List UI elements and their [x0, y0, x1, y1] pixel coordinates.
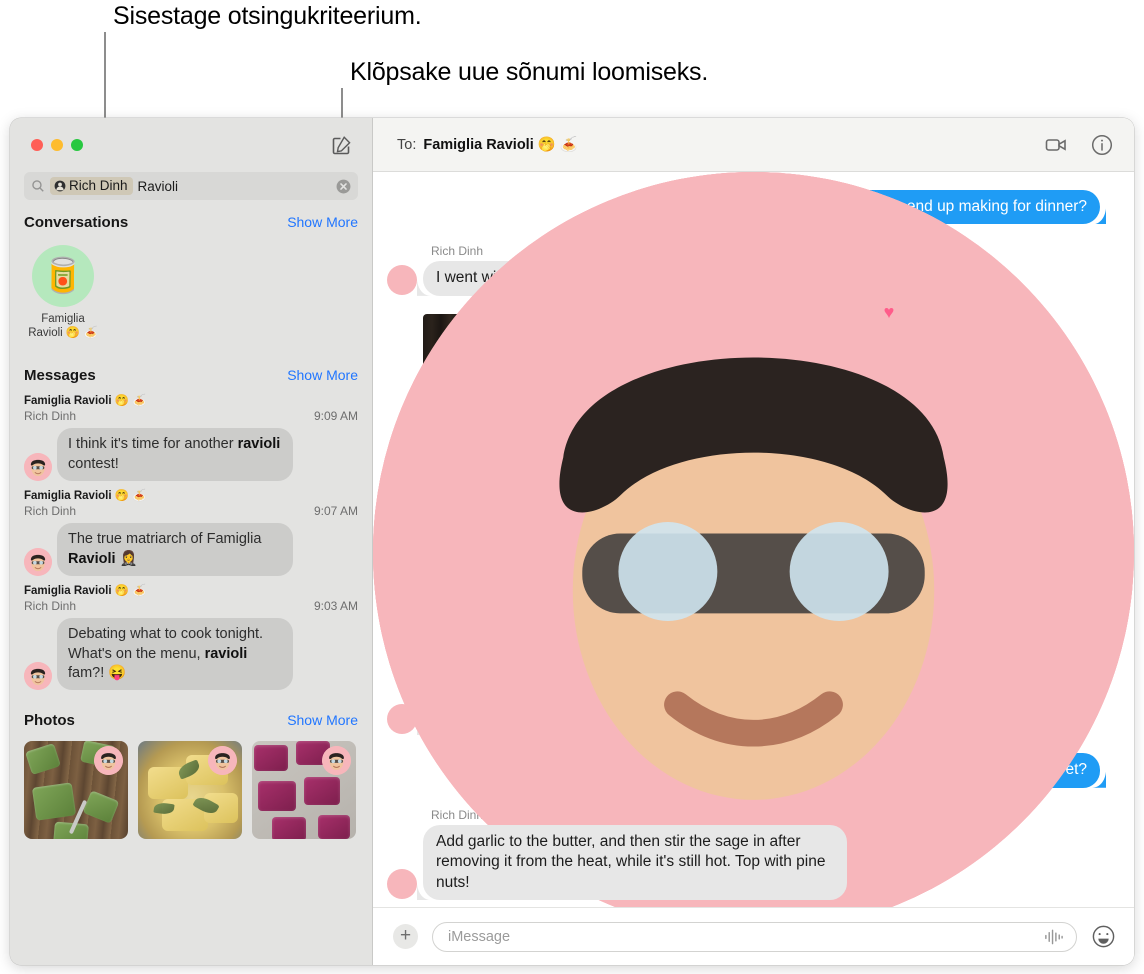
result-sender: Rich Dinh — [24, 409, 77, 424]
search-match-highlight: Ravioli — [68, 550, 116, 567]
result-message-bubble[interactable]: I think it's time for another ravioli co… — [57, 428, 293, 481]
show-more-conversations[interactable]: Show More — [287, 214, 358, 230]
section-title-conversations: Conversations — [24, 214, 129, 231]
messages-window: Rich Dinh Ravioli Conversations Show Mor… — [10, 118, 1134, 965]
avatar — [24, 662, 52, 691]
photo-thumbnail[interactable] — [138, 741, 242, 840]
tomato-can-emoji: 🥫 — [41, 257, 85, 295]
imessage-input[interactable]: iMessage — [432, 921, 1077, 952]
conversation-label-line2: Ravioli 🤭 🍝 — [28, 327, 98, 340]
search-query-text: Ravioli — [137, 178, 179, 194]
result-timestamp: 9:07 AM — [313, 504, 358, 519]
result-message-bubble[interactable]: Debating what to cook tonight. What's on… — [57, 618, 293, 691]
show-more-photos[interactable]: Show More — [287, 712, 358, 728]
result-timestamp: 9:03 AM — [313, 599, 358, 614]
show-more-messages[interactable]: Show More — [287, 367, 358, 383]
recipient-name[interactable]: Famiglia Ravioli 🤭 🍝 — [423, 136, 578, 153]
sidebar-results[interactable]: Conversations Show More 🥫 Famiglia Ravio… — [10, 200, 372, 965]
info-circle-icon[interactable] — [1090, 133, 1114, 157]
photo-sender-avatar — [208, 746, 237, 776]
imessage-placeholder: iMessage — [448, 928, 511, 945]
annotation-search-hint: Sisestage otsingukriteerium. — [113, 2, 422, 30]
section-header-messages: Messages Show More — [10, 367, 372, 384]
annotation-compose-hint: Klõpsake uue sõnumi loomiseks. — [350, 58, 709, 86]
conversation-label-line1: Famiglia — [41, 313, 85, 325]
message-row: Rich Dinh Add garlic to the butter, and … — [373, 172, 1134, 907]
audio-waveform-icon[interactable] — [1043, 928, 1064, 946]
result-conversation-name: Famiglia Ravioli 🤭 🍝 — [24, 584, 147, 597]
avatar — [373, 172, 1134, 907]
to-label: To: — [397, 136, 417, 153]
search-match-highlight: ravioli — [204, 645, 248, 662]
message-thread[interactable]: What did you end up making for dinner? R… — [373, 172, 1134, 907]
section-header-conversations: Conversations Show More — [10, 214, 372, 231]
section-title-photos: Photos — [24, 712, 75, 730]
conversation-label: Famiglia Ravioli 🤭 🍝 — [24, 312, 102, 341]
search-match-highlight: ravioli — [237, 436, 281, 453]
message-search-result[interactable]: Famiglia Ravioli 🤭 🍝 Rich Dinh 9:09 AM I t… — [10, 388, 372, 483]
search-input[interactable]: Rich Dinh Ravioli — [24, 172, 358, 200]
photo-thumbnail[interactable] — [24, 741, 128, 840]
traffic-lights — [31, 139, 83, 151]
conversation-item[interactable]: 🥫 Famiglia Ravioli 🤭 🍝 — [24, 245, 102, 341]
message-results-list: Famiglia Ravioli 🤭 🍝 Rich Dinh 9:09 AM I t… — [10, 388, 372, 693]
photos-list — [10, 733, 372, 840]
search-icon — [32, 180, 44, 192]
result-timestamp: 9:09 AM — [313, 409, 358, 424]
incoming-bubble[interactable]: Add garlic to the butter, and then stir … — [423, 824, 847, 901]
chat-header-actions — [1044, 133, 1114, 157]
result-sender: Rich Dinh — [24, 599, 77, 614]
conversations-list: 🥫 Famiglia Ravioli 🤭 🍝 — [10, 235, 372, 341]
sidebar-titlebar — [10, 118, 372, 172]
section-header-photos: Photos Show More — [10, 712, 372, 729]
conversation-avatar: 🥫 — [32, 245, 94, 307]
search-container: Rich Dinh Ravioli — [10, 172, 372, 200]
section-title-messages: Messages — [24, 366, 96, 384]
heart-icon: ♥ — [883, 301, 895, 322]
clear-search-icon[interactable] — [336, 179, 351, 194]
close-button[interactable] — [31, 139, 43, 151]
minimize-button[interactable] — [51, 139, 63, 151]
result-message-bubble[interactable]: The true matriarch of Famiglia Ravioli 🤵… — [57, 523, 293, 576]
chat-header: To: Famiglia Ravioli 🤭 🍝 — [373, 118, 1134, 172]
avatar — [24, 452, 52, 481]
chat-pane: To: Famiglia Ravioli 🤭 🍝 What did you en… — [373, 118, 1134, 965]
photo-sender-avatar — [322, 746, 351, 776]
person-icon — [54, 180, 66, 191]
message-search-result[interactable]: Famiglia Ravioli 🤭 🍝 Rich Dinh 9:03 AM Deb… — [10, 578, 372, 692]
emoji-smiley-icon[interactable] — [1091, 924, 1116, 949]
result-conversation-name: Famiglia Ravioli 🤭 🍝 — [24, 394, 147, 407]
add-attachment-button[interactable]: + — [393, 924, 418, 949]
sidebar: Rich Dinh Ravioli Conversations Show Mor… — [10, 118, 373, 965]
search-token-label: Rich Dinh — [69, 178, 128, 193]
message-input-bar: + iMessage — [373, 907, 1134, 965]
photo-thumbnail[interactable] — [252, 741, 356, 840]
avatar — [24, 547, 52, 576]
result-conversation-name: Famiglia Ravioli 🤭 🍝 — [24, 489, 147, 502]
compose-new-message-icon[interactable] — [330, 133, 354, 157]
result-sender: Rich Dinh — [24, 504, 77, 519]
video-camera-icon[interactable] — [1044, 133, 1068, 157]
search-token-chip[interactable]: Rich Dinh — [50, 177, 133, 195]
message-search-result[interactable]: Famiglia Ravioli 🤭 🍝 Rich Dinh 9:07 AM The… — [10, 483, 372, 578]
zoom-button[interactable] — [71, 139, 83, 151]
photo-sender-avatar — [94, 746, 123, 776]
